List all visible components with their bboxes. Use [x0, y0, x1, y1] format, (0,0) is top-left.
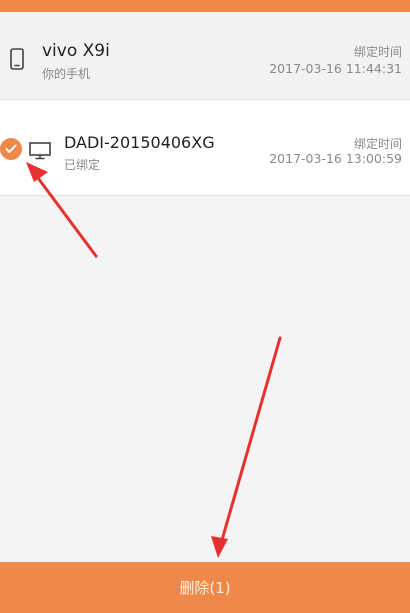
top-header-bar	[0, 0, 410, 12]
phone-icon	[10, 48, 24, 74]
delete-button[interactable]: 删除(1)	[0, 562, 410, 613]
bind-time-value: 2017-03-16 13:00:59	[269, 151, 402, 166]
device-status: 你的手机	[42, 67, 91, 81]
monitor-icon	[29, 142, 51, 164]
delete-button-label: 删除(1)	[179, 579, 231, 597]
bind-time-value: 2017-03-16 11:44:31	[269, 61, 402, 76]
device-row-phone[interactable]: vivo X9i 你的手机 绑定时间 2017-03-16 11:44:31	[0, 12, 410, 100]
device-name: vivo X9i	[42, 41, 110, 61]
bind-time-label: 绑定时间	[353, 45, 402, 59]
device-status: 已绑定	[64, 158, 101, 172]
selected-check-icon[interactable]	[0, 138, 22, 160]
empty-list-area	[0, 196, 410, 562]
device-name: DADI-20150406XG	[64, 133, 215, 152]
device-row-pc[interactable]: DADI-20150406XG 已绑定 绑定时间 2017-03-16 13:0…	[0, 100, 410, 196]
bind-time-label: 绑定时间	[353, 137, 402, 151]
